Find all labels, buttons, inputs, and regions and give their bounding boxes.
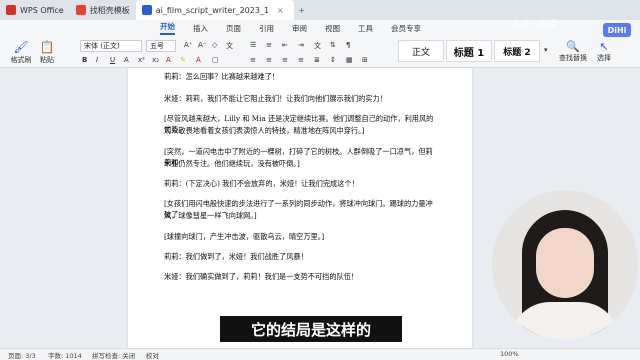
presenter-video [492, 190, 638, 340]
presenter-face [536, 228, 594, 298]
strikethrough-icon[interactable]: A [124, 56, 129, 64]
format-painter-label: 格式刷 [10, 56, 32, 64]
clipboard-icon: 📋 [39, 40, 55, 54]
font-size-select[interactable]: 五号 [146, 40, 176, 52]
highlight-icon[interactable]: ✎ [180, 56, 186, 64]
proofread-button[interactable]: 校对 [146, 350, 159, 360]
tab-document[interactable]: ai_film_script_writer_2023_1 × [135, 0, 294, 20]
find-replace-label: 查找替换 [559, 54, 587, 62]
menu-home[interactable]: 开始 [160, 21, 175, 35]
clear-format-icon[interactable]: ◇ [212, 41, 217, 49]
brush-icon: 🖌 [13, 40, 29, 54]
select-button[interactable]: ↖ 选择 [592, 40, 616, 63]
menu-vip[interactable]: 会员专享 [391, 23, 421, 34]
doc-line: 莉莉：(下定决心) 我们不会放弃的，米娅！让我们完成这个！ [164, 179, 359, 188]
numbered-list-icon[interactable]: ≡ [266, 41, 272, 49]
video-subtitle: 它的结局是这样的 [220, 316, 402, 342]
style-normal[interactable]: 正文 [398, 40, 444, 62]
line-spacing-icon[interactable]: ↕ [330, 56, 336, 64]
doc-line: 观众敬畏地看着女孩们表演惊人的特技，精准地在阵风中穿行。] [164, 126, 365, 135]
italic-icon[interactable]: I [96, 56, 98, 64]
styles-more-icon[interactable]: ▾ [544, 46, 548, 54]
borders-icon[interactable]: ⊞ [362, 56, 368, 64]
document-page[interactable]: 莉莉：怎么回事？比赛越来越难了！ 米娅：莉莉，我们不能让它阻止我们！让我们向他们… [128, 68, 472, 348]
toolbar: 🖌 格式刷 📋 粘贴 宋体 (正文) 五号 A⁺ A⁻ ◇ 文 B I U A … [0, 36, 640, 68]
paste-button[interactable]: 📋 粘贴 [36, 40, 58, 65]
superscript-icon[interactable]: x² [138, 56, 145, 64]
dihi-badge: DiHi [603, 23, 631, 37]
style-heading-1[interactable]: 标题 1 [446, 40, 492, 62]
close-icon[interactable]: × [277, 6, 284, 15]
sort-icon[interactable]: ⇅ [330, 41, 336, 49]
format-painter-button[interactable]: 🖌 格式刷 [10, 40, 32, 65]
menu-insert[interactable]: 插入 [193, 23, 208, 34]
status-bar: 页面: 3/3 字数: 1014 拼写检查: 关闭 校对 100% [0, 348, 640, 360]
menu-view[interactable]: 视图 [325, 23, 340, 34]
find-replace-button[interactable]: 🔍 查找替换 [558, 40, 588, 63]
menu-layout[interactable]: 页面 [226, 23, 241, 34]
doc-line: 风，球像彗星一样飞向球网。] [164, 211, 257, 220]
grow-font-icon[interactable]: A⁺ [184, 41, 192, 49]
tab-label: ai_film_script_writer_2023_1 [155, 5, 270, 15]
font-name-select[interactable]: 宋体 (正文) [80, 40, 142, 52]
phonetic-icon[interactable]: 文 [226, 41, 233, 51]
font-color-icon[interactable]: A [166, 56, 171, 64]
menu-review[interactable]: 审阅 [292, 23, 307, 34]
paste-label: 粘贴 [40, 56, 54, 64]
cursor-icon: ↖ [599, 40, 609, 53]
word-doc-icon [141, 5, 152, 15]
align-right-icon[interactable]: ≡ [282, 56, 288, 64]
word-count[interactable]: 字数: 1014 [48, 350, 82, 360]
style-heading-2[interactable]: 标题 2 [494, 40, 540, 62]
show-marks-icon[interactable]: ¶ [346, 41, 350, 49]
shading-icon[interactable]: ▦ [346, 56, 353, 64]
bold-icon[interactable]: B [82, 56, 87, 64]
doc-line: 米娅：我们确实做到了，莉莉！我们是一支势不可挡的队伍！ [164, 272, 359, 281]
subscript-icon[interactable]: x₂ [152, 56, 159, 64]
tab-template[interactable]: 找稻壳模板 [70, 0, 136, 20]
doc-line: 米亚仍然专注。他们继续玩，没有被吓倒。] [164, 159, 300, 168]
tab-label: WPS Office [20, 5, 64, 15]
align-left-icon[interactable]: ≡ [250, 56, 256, 64]
watermark: 发发小报姐 [512, 20, 558, 30]
text-color-icon[interactable]: A [196, 56, 201, 64]
doc-line: 莉莉：我们做到了，米娅！我们战胜了风暴！ [164, 252, 308, 261]
find-icon: 🔍 [566, 40, 580, 53]
doc-line: [球撞向球门，产生冲击波，驱散乌云，晴空万里。] [164, 232, 325, 241]
justify-icon[interactable]: ≡ [298, 56, 304, 64]
menu-references[interactable]: 引用 [259, 23, 274, 34]
indent-icon[interactable]: ⇥ [298, 41, 304, 49]
new-tab-icon[interactable]: + [294, 6, 310, 15]
menu-tools[interactable]: 工具 [358, 23, 373, 34]
distributed-icon[interactable]: ≣ [314, 56, 320, 64]
outdent-icon[interactable]: ⇤ [282, 41, 288, 49]
tab-wps-office[interactable]: WPS Office [0, 0, 70, 20]
tab-label: 找稻壳模板 [89, 5, 130, 15]
char-border-icon[interactable]: ▢ [212, 56, 219, 64]
template-logo-icon [75, 5, 86, 15]
wps-logo-icon [6, 5, 16, 15]
doc-line: 米娅：莉莉，我们不能让它阻止我们！让我们向他们展示我们的实力！ [164, 94, 387, 103]
select-label: 选择 [597, 54, 611, 62]
doc-line: 莉莉：怎么回事？比赛越来越难了！ [164, 72, 280, 81]
bullet-list-icon[interactable]: ☰ [250, 41, 256, 49]
shrink-font-icon[interactable]: A⁻ [198, 41, 206, 49]
page-count[interactable]: 页面: 3/3 [8, 350, 36, 360]
spellcheck-status[interactable]: 拼写检查: 关闭 [92, 350, 135, 360]
zoom-level[interactable]: 100% [500, 350, 519, 358]
chinese-layout-icon[interactable]: 文 [314, 41, 321, 51]
underline-icon[interactable]: U [110, 56, 115, 64]
align-center-icon[interactable]: ≡ [266, 56, 272, 64]
